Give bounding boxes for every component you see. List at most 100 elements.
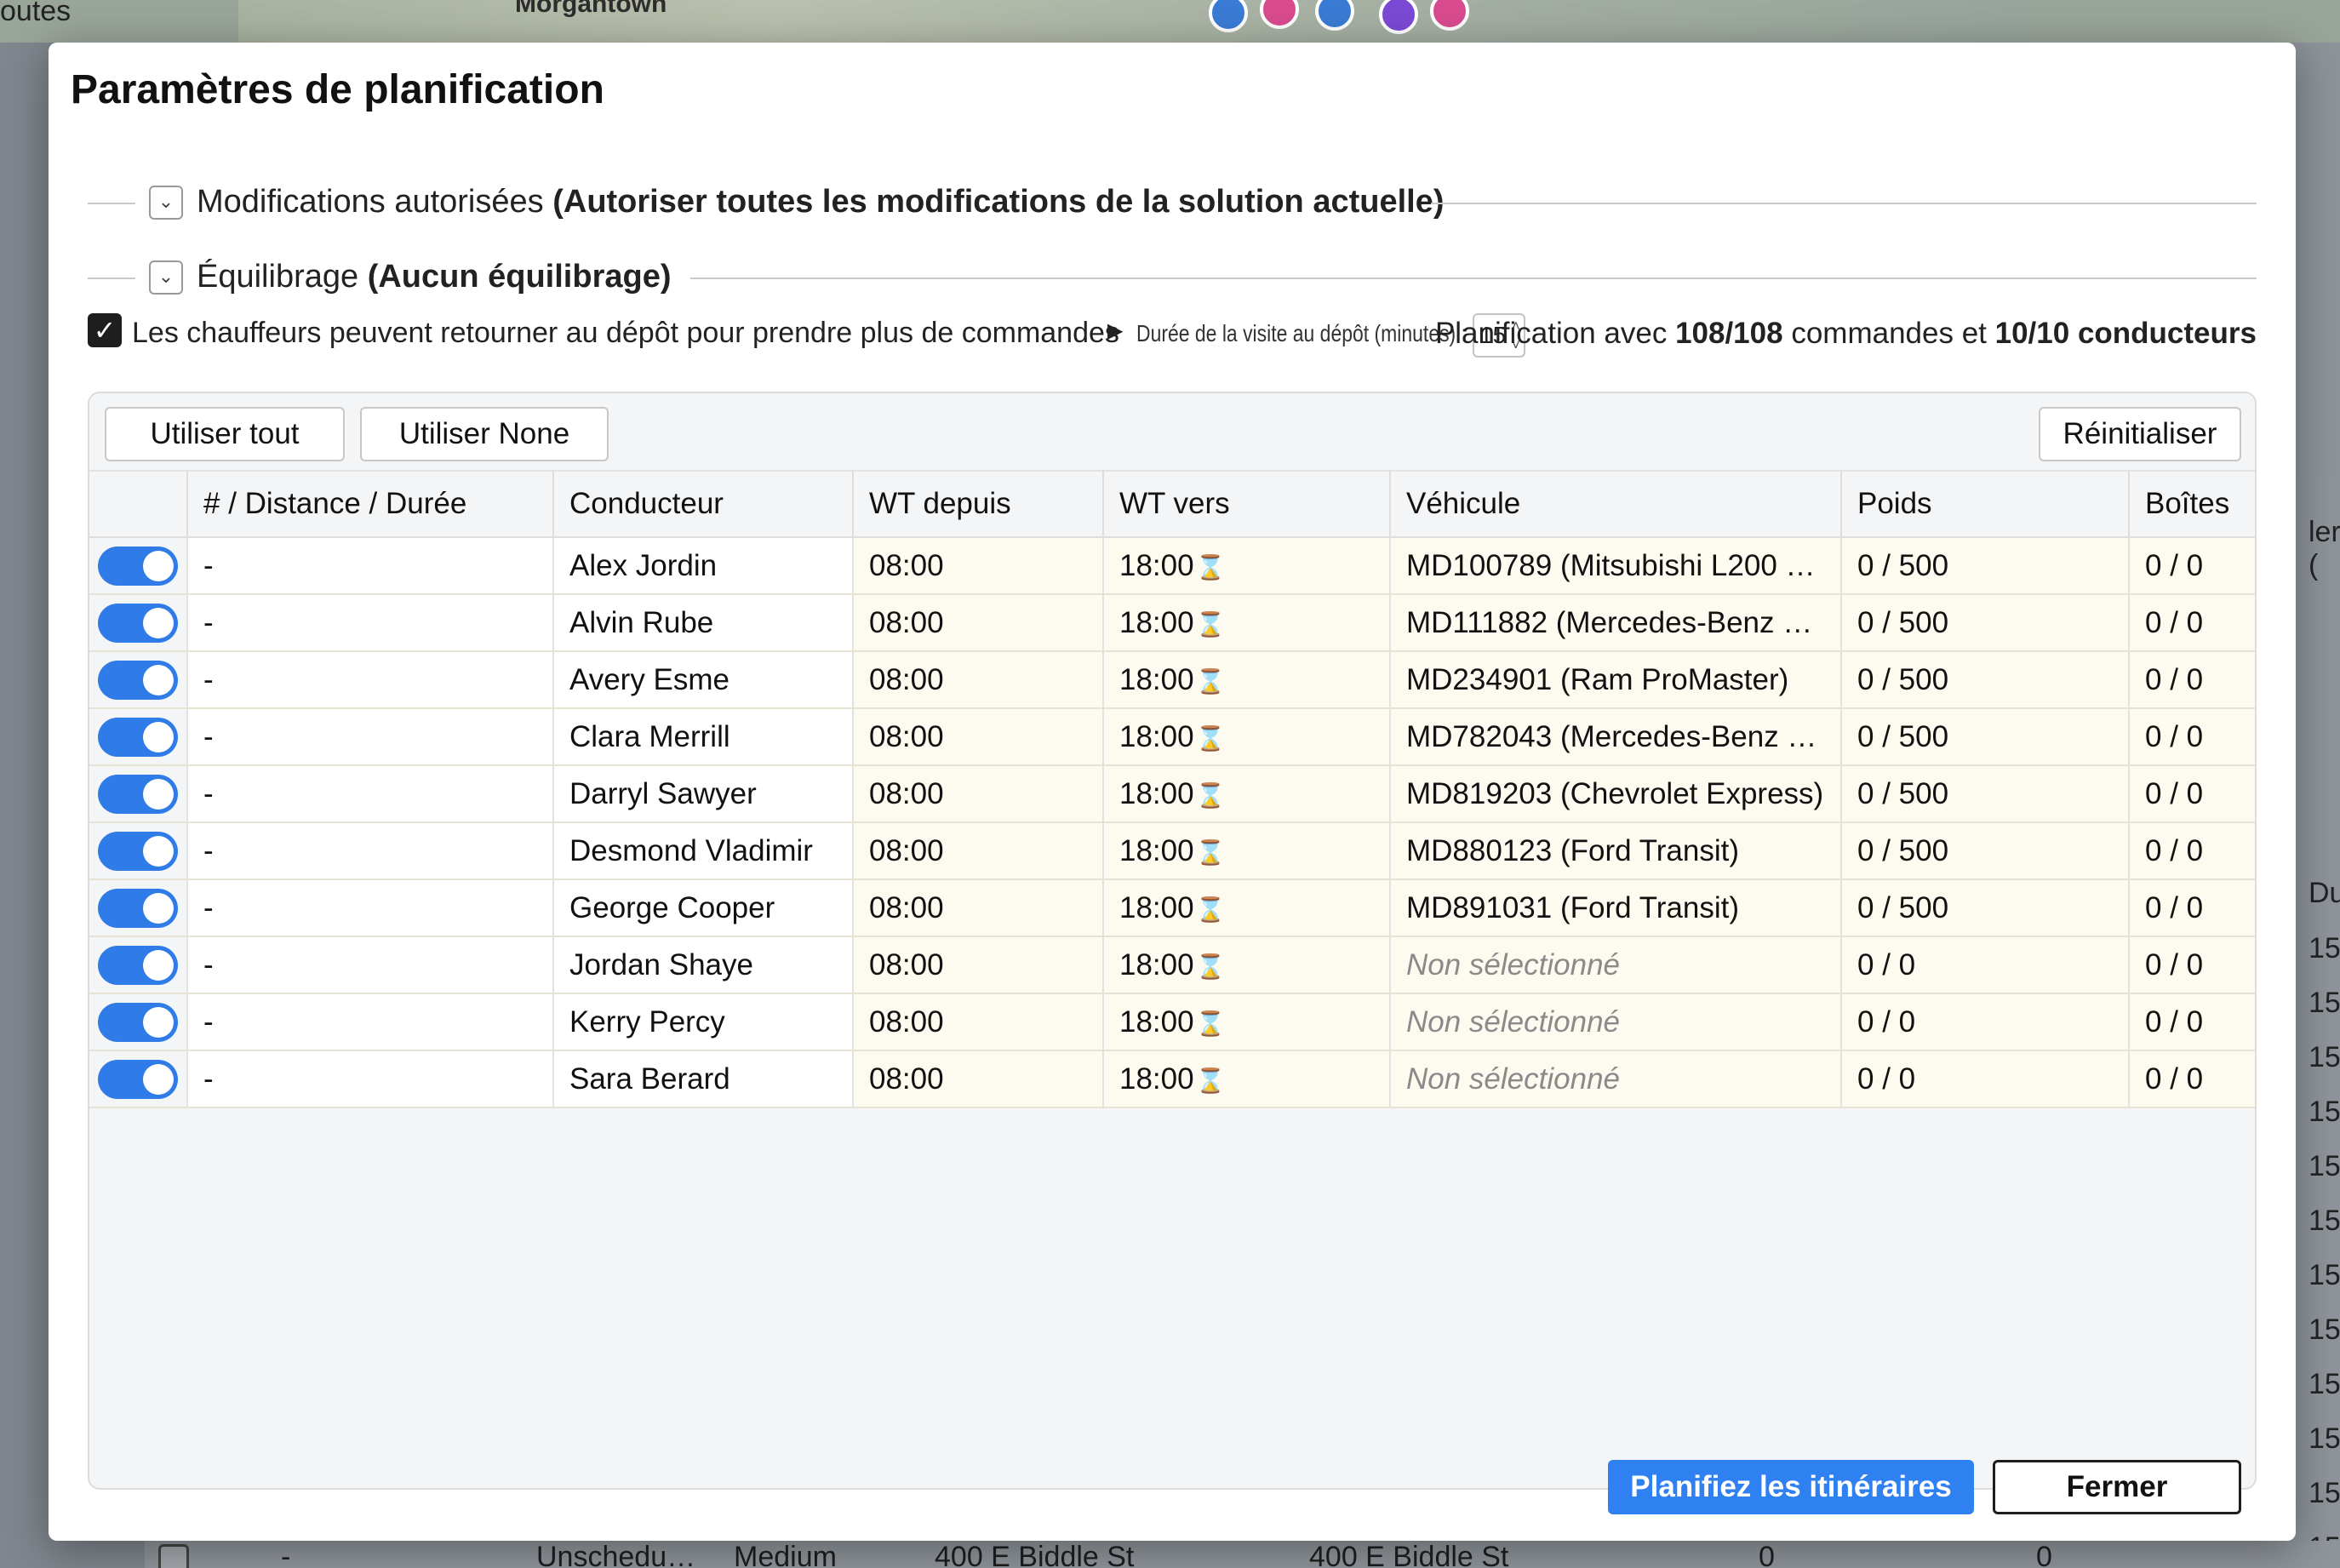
background-bottom-row: - Unschedu… Medium 400 E Biddle St 400 E… [145, 1541, 2340, 1568]
wt-to-value: 18:00 [1119, 719, 1194, 753]
wt-from-cell[interactable]: 08:00 [853, 1050, 1104, 1108]
table-row[interactable]: - Desmond Vladimir 08:00 18:00⌛ MD880123 (Fo… [89, 822, 2255, 880]
table-row[interactable]: - Sara Berard 08:00 18:00⌛ Non sélectionné 0 … [89, 1050, 2255, 1108]
wt-from-cell[interactable]: 08:00 [853, 879, 1104, 937]
wt-to-cell[interactable]: 18:00⌛ [1103, 651, 1391, 709]
modifications-label: Modifications autorisées (Autoriser tout… [197, 184, 1445, 220]
wt-to-cell[interactable]: 18:00⌛ [1103, 537, 1391, 595]
close-button[interactable]: Fermer [1993, 1460, 2241, 1514]
boxes-cell: 0 / 0 [2129, 822, 2255, 880]
driver-enabled-switch[interactable] [98, 1002, 178, 1042]
wt-from-cell[interactable]: 08:00 [853, 651, 1104, 709]
hourglass-icon: ⌛ [1195, 838, 1226, 866]
wt-to-cell[interactable]: 18:00⌛ [1103, 594, 1391, 652]
column-header[interactable]: WT vers [1103, 470, 1391, 538]
driver-name-cell: George Cooper [553, 879, 854, 937]
vehicle-cell[interactable]: MD111882 (Mercedes-Benz … [1390, 594, 1842, 652]
driver-enabled-switch[interactable] [98, 660, 178, 700]
table-row[interactable]: - Avery Esme 08:00 18:00⌛ MD234901 (Ram ProM… [89, 651, 2255, 709]
return-to-depot-checkbox[interactable]: ✓ [88, 313, 122, 347]
boxes-cell: 0 / 0 [2129, 594, 2255, 652]
section-title: Modifications autorisées [197, 184, 544, 220]
background-map: Morgantown [0, 0, 2340, 43]
vehicle-cell[interactable]: Non sélectionné [1390, 936, 1842, 994]
driver-enabled-switch[interactable] [98, 888, 178, 928]
table-row[interactable]: - Alex Jordin 08:00 18:00⌛ MD100789 (Mitsubi… [89, 537, 2255, 595]
vehicle-cell[interactable]: MD782043 (Mercedes-Benz … [1390, 708, 1842, 766]
use-none-button[interactable]: Utiliser None [360, 407, 609, 461]
table-row[interactable]: - George Cooper 08:00 18:00⌛ MD891031 (Ford … [89, 879, 2255, 937]
reset-button[interactable]: Réinitialiser [2039, 407, 2241, 461]
vehicle-cell[interactable]: MD100789 (Mitsubishi L200 … [1390, 537, 1842, 595]
vehicle-cell[interactable]: Non sélectionné [1390, 993, 1842, 1051]
wt-from-cell[interactable]: 08:00 [853, 537, 1104, 595]
table-row[interactable]: - Darryl Sawyer 08:00 18:00⌛ MD819203 (Chevr… [89, 765, 2255, 823]
bottom-cell: 0 [2036, 1541, 2052, 1568]
map-city-label: Morgantown [515, 0, 667, 18]
driver-enabled-switch[interactable] [98, 831, 178, 871]
column-header[interactable]: Conducteur [553, 470, 854, 538]
column-header[interactable]: WT depuis [853, 470, 1104, 538]
wt-to-value: 18:00 [1119, 548, 1194, 582]
table-row[interactable]: - Jordan Shaye 08:00 18:00⌛ Non sélectionné 0… [89, 936, 2255, 994]
table-row[interactable]: - Kerry Percy 08:00 18:00⌛ Non sélectionné 0 … [89, 993, 2255, 1051]
column-header[interactable]: Véhicule [1390, 470, 1842, 538]
drivers-word: conducteurs [2077, 317, 2257, 350]
wt-from-cell[interactable]: 08:00 [853, 993, 1104, 1051]
divider [1431, 203, 2257, 204]
wt-to-cell[interactable]: 18:00⌛ [1103, 879, 1391, 937]
distance-cell: - [187, 1050, 554, 1108]
wt-from-cell[interactable]: 08:00 [853, 594, 1104, 652]
balancing-label: Équilibrage (Aucun équilibrage) [197, 259, 672, 295]
vehicle-cell[interactable]: MD891031 (Ford Transit) [1390, 879, 1842, 937]
wt-from-cell[interactable]: 08:00 [853, 822, 1104, 880]
wt-to-cell[interactable]: 18:00⌛ [1103, 936, 1391, 994]
driver-enabled-switch[interactable] [98, 1059, 178, 1099]
section-title: Équilibrage [197, 259, 359, 295]
driver-enabled-switch[interactable] [98, 603, 178, 643]
balancing-section[interactable]: ⌄ Équilibrage (Aucun équilibrage) [88, 252, 2257, 303]
hourglass-icon: ⌛ [1195, 781, 1226, 809]
use-all-button[interactable]: Utiliser tout [105, 407, 345, 461]
wt-to-cell[interactable]: 18:00⌛ [1103, 1050, 1391, 1108]
drivers-count: 10/10 [1994, 317, 2070, 350]
bottom-cell: - [281, 1541, 291, 1568]
vehicle-cell[interactable]: MD880123 (Ford Transit) [1390, 822, 1842, 880]
column-header[interactable]: # / Distance / Durée [187, 470, 554, 538]
column-header[interactable]: Poids [1841, 470, 2130, 538]
row-checkbox[interactable] [158, 1544, 189, 1568]
vehicle-cell[interactable]: MD819203 (Chevrolet Express) [1390, 765, 1842, 823]
driver-toggle-cell [89, 1050, 188, 1108]
driver-name-cell: Sara Berard [553, 1050, 854, 1108]
chevron-down-icon[interactable]: ⌄ [149, 186, 183, 220]
wt-to-cell[interactable]: 18:00⌛ [1103, 708, 1391, 766]
background-right-number: 15 [2309, 1477, 2340, 1509]
plan-routes-button[interactable]: Planifiez les itinéraires [1608, 1460, 1974, 1514]
driver-toggle-cell [89, 651, 188, 709]
column-header[interactable]: Boîtes [2129, 470, 2255, 538]
driver-enabled-switch[interactable] [98, 774, 178, 814]
bottom-cell: Medium [734, 1541, 837, 1568]
wt-to-cell[interactable]: 18:00⌛ [1103, 765, 1391, 823]
wt-to-value: 18:00 [1119, 1004, 1194, 1039]
vehicle-cell[interactable]: Non sélectionné [1390, 1050, 1842, 1108]
vehicle-cell[interactable]: MD234901 (Ram ProMaster) [1390, 651, 1842, 709]
wt-to-cell[interactable]: 18:00⌛ [1103, 822, 1391, 880]
caret-right-icon[interactable]: ▶ [1107, 318, 1123, 343]
wt-from-cell[interactable]: 08:00 [853, 936, 1104, 994]
bottom-cell: 400 E Biddle St [1309, 1541, 1509, 1568]
weight-cell: 0 / 500 [1841, 765, 2130, 823]
wt-from-cell[interactable]: 08:00 [853, 708, 1104, 766]
driver-enabled-switch[interactable] [98, 717, 178, 757]
divider [690, 278, 2257, 279]
driver-enabled-switch[interactable] [98, 945, 178, 985]
wt-to-cell[interactable]: 18:00⌛ [1103, 993, 1391, 1051]
driver-enabled-switch[interactable] [98, 546, 178, 586]
table-row[interactable]: - Alvin Rube 08:00 18:00⌛ MD111882 (Mercedes… [89, 594, 2255, 652]
chevron-down-icon[interactable]: ⌄ [149, 260, 183, 295]
wt-from-cell[interactable]: 08:00 [853, 765, 1104, 823]
modifications-section[interactable]: ⌄ Modifications autorisées (Autoriser to… [88, 177, 2257, 228]
table-row[interactable]: - Clara Merrill 08:00 18:00⌛ MD782043 (Merce… [89, 708, 2255, 766]
boxes-cell: 0 / 0 [2129, 708, 2255, 766]
boxes-cell: 0 / 0 [2129, 651, 2255, 709]
